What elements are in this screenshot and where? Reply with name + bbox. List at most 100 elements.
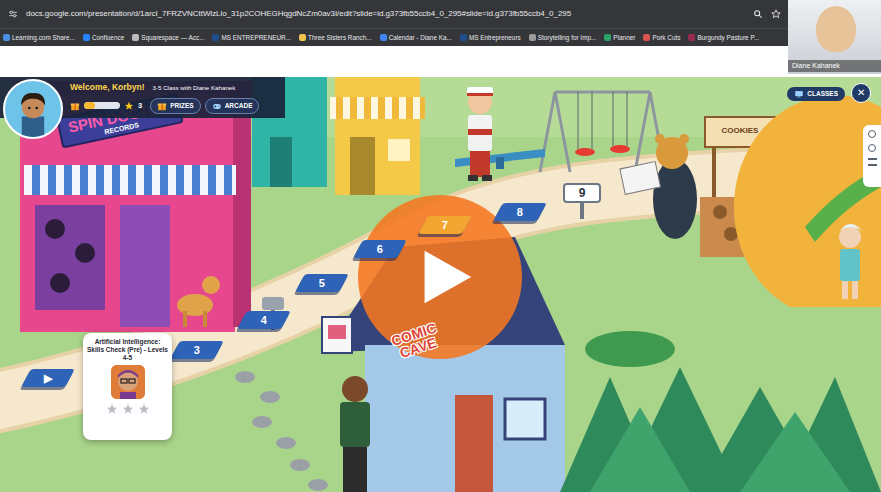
level-tile[interactable]: 7 [423,216,467,234]
site-info-icon [8,9,18,19]
bookmark[interactable]: Pork Cuts [643,33,680,43]
tile-number: 6 [377,244,383,255]
level-tile[interactable]: ▶ [26,369,70,387]
bookmark-favicon-icon [212,34,219,41]
audio-icon[interactable] [868,130,876,138]
presenter-name: Diane Kahanek [788,60,881,73]
level-tile[interactable]: 8 [498,203,542,221]
tile-number: 3 [194,345,200,356]
bookmark-favicon-icon [604,34,611,41]
bookmark[interactable]: Burgundy Pasture P... [688,33,759,43]
signpost-board: 9 [563,183,601,203]
header-title-row: Welcome, Korbyn! 3-5 Class with Diane Kah… [70,81,281,94]
level-signpost[interactable]: 9 [563,183,601,219]
bookmark-favicon-icon [688,34,695,41]
button-label: PRIZES [170,102,193,110]
level-tile[interactable]: 3 [175,341,219,359]
bookmark-favicon-icon [460,34,467,41]
presenter-video: Diane Kahanek [788,0,881,74]
classes-button[interactable]: CLASSES [787,87,845,101]
activity-stars [106,403,150,415]
tile-face: 6 [353,240,407,258]
bookmark-label: Three Sisters Ranch... [308,33,372,43]
bookmark-favicon-icon [83,34,90,41]
level-tile[interactable]: 6 [358,240,402,258]
progress-track [84,102,120,109]
signpost-pole [580,203,584,219]
board-icon [794,89,804,99]
student-avatar[interactable] [3,79,63,139]
class-name: 3-5 Class with Diane Kahanek [152,83,235,92]
bookmark-label: MS ENTREPRENEUR... [221,33,291,43]
tile-face: 7 [418,216,472,234]
bookmark-label: Confluence [92,33,124,43]
tile-number: ▶ [44,373,52,384]
presenter-face [816,6,856,52]
tile-face: 3 [170,341,224,359]
bookmark[interactable]: Planner [604,33,635,43]
star-icon [122,403,134,415]
header-status-row: 3 PRIZES ARCADE [70,98,281,114]
level-tile[interactable]: 4 [242,311,286,329]
bookmark-favicon-icon [299,34,306,41]
bookmark-favicon-icon [380,34,387,41]
signpost-number: 9 [579,186,586,200]
side-toolbar[interactable] [863,125,881,187]
tile-face: ▶ [21,369,75,387]
classes-label: CLASSES [807,90,838,98]
bookmark[interactable]: MS ENTREPRENEUR... [212,33,291,43]
gift-icon [70,101,80,111]
bookmark-label: Storytelling for Imp... [538,33,597,43]
progress-fill [84,102,95,109]
bookmark-star-icon [771,9,781,19]
bookmark-label: MS Entrepreneurs [469,33,521,43]
bookmark-label: Burgundy Pasture P... [697,33,759,43]
bookmark-label: Planner [613,33,635,43]
star-icon [138,403,150,415]
level-tile[interactable]: 5 [300,274,344,292]
activity-card[interactable]: Artificial Intelligence: Skills Check (P… [83,333,172,440]
arcade-button[interactable]: ARCADE [205,98,260,114]
bookmark-favicon-icon [643,34,650,41]
tile-number: 7 [442,220,448,231]
tile-number: 5 [319,278,325,289]
url-text[interactable]: docs.google.com/presentation/d/1arcI_7FR… [26,8,745,20]
bookmark[interactable]: MS Entrepreneurs [460,33,521,43]
slide-margin [0,46,881,77]
tile-number: 8 [517,207,523,218]
star-count: 3 [138,100,142,111]
activity-title: Artificial Intelligence: Skills Check (P… [87,338,168,361]
bookmark-favicon-icon [529,34,536,41]
game-map[interactable]: Welcome, Korbyn! 3-5 Class with Diane Kah… [0,77,881,492]
prizes-button[interactable]: PRIZES [150,98,200,114]
tile-face: 8 [493,203,547,221]
gift-icon [157,101,167,111]
menu-icon[interactable] [868,158,877,166]
record-icon[interactable] [868,144,876,152]
bookmark[interactable]: Three Sisters Ranch... [299,33,372,43]
bookmark[interactable]: Storytelling for Imp... [529,33,597,43]
star-icon [124,101,134,111]
bookmark[interactable]: Squarespace — Acc... [132,33,204,43]
star-icon [106,403,118,415]
cookie-sign: COOKIES [706,121,774,141]
bookmark[interactable]: Learning.com Share... [3,33,75,43]
bookmarks-bar: Learning.com Share... Confluence Squarespa… [0,28,881,46]
tile-number: 4 [261,315,267,326]
bookmark[interactable]: Calendar - Diane Ka... [380,33,452,43]
gamepad-icon [212,101,222,111]
activity-avatar [111,365,145,399]
zoom-icon [753,9,763,19]
tile-face: 4 [237,311,291,329]
bookmark-favicon-icon [132,34,139,41]
welcome-text: Welcome, Korbyn! [70,81,144,94]
bookmark-label: Calendar - Diane Ka... [389,33,452,43]
button-label: ARCADE [225,102,253,110]
play-icon [410,242,480,312]
close-button[interactable]: ✕ [851,83,871,103]
bookmark-label: Squarespace — Acc... [141,33,204,43]
bookmark-label: Learning.com Share... [12,33,75,43]
bookmark[interactable]: Confluence [83,33,124,43]
address-bar[interactable]: docs.google.com/presentation/d/1arcI_7FR… [0,0,881,28]
tile-face: 5 [295,274,349,292]
